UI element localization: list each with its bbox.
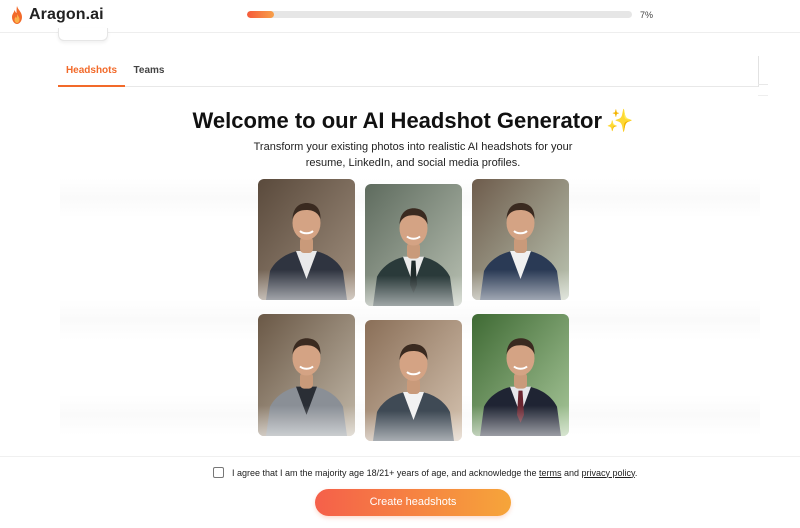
headshot-5 [365,320,462,441]
progress-fill [247,11,274,18]
man-portrait-icon [472,314,569,436]
man-portrait-icon [258,179,355,300]
flame-icon [12,6,22,24]
headshot-1 [258,179,355,300]
consent-text-start: I agree that I am the majority age 18/21… [232,467,539,478]
divider [758,84,768,85]
consent-row: I agree that I am the majority age 18/21… [213,467,637,478]
consent-checkbox[interactable] [213,467,224,478]
top-header: Aragon.ai 7% [0,0,800,33]
create-headshots-button[interactable]: Create headshots [315,489,511,516]
page-subtitle: Transform your existing photos into real… [238,139,588,171]
page-title: Welcome to our AI Headshot Generator ✨ [0,108,800,134]
progress-bar [247,11,632,18]
tab-teams[interactable]: Teams [125,56,173,85]
consent-text-end: . [634,467,638,478]
tabs-card: Headshots Teams [58,56,759,87]
man-portrait-icon [365,320,462,441]
headshot-6 [472,314,569,436]
headshot-4 [258,314,355,436]
tab-headshots[interactable]: Headshots [58,56,125,87]
terms-link[interactable]: terms [539,468,562,478]
subtitle-line: resume, LinkedIn, and social media profi… [305,157,521,169]
consent-text: I agree that I am the majority age 18/21… [232,468,637,478]
page-title-text: Welcome to our AI Headshot Generator [192,108,603,133]
consent-text-middle: and [561,467,582,478]
progress-percent: 7% [640,10,654,20]
previous-card-edge [58,28,108,41]
subtitle-line: Transform your existing photos into real… [253,141,573,153]
man-portrait-icon [258,314,355,436]
headshot-3 [472,179,569,300]
brand-name: Aragon.ai [29,6,104,23]
man-portrait-icon [365,184,462,306]
divider [758,95,768,96]
man-portrait-icon [472,179,569,300]
brand-logo[interactable]: Aragon.ai [10,6,104,24]
privacy-policy-link[interactable]: privacy policy [581,468,634,478]
headshot-2 [365,184,462,306]
sparkles-icon: ✨ [606,108,634,133]
